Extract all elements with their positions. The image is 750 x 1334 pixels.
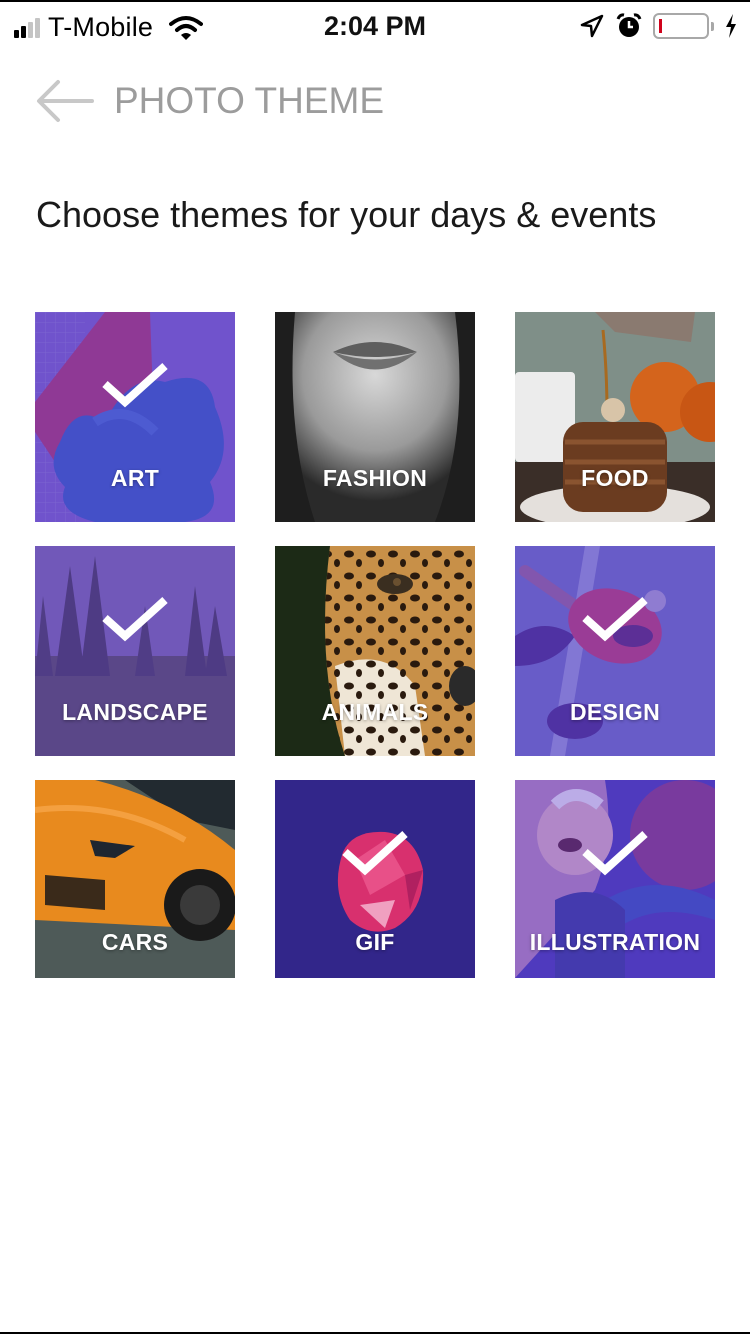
theme-label: CARS: [101, 929, 169, 955]
checkmark-icon: [342, 831, 408, 876]
theme-tile-art[interactable]: ART: [35, 312, 235, 522]
theme-tile-landscape[interactable]: LANDSCAPE: [35, 546, 235, 756]
checkmark-icon: [582, 597, 648, 642]
theme-label: ILLUSTRATION: [529, 929, 701, 955]
theme-tile-cars[interactable]: CARS: [35, 780, 235, 978]
location-arrow-icon: [580, 14, 604, 38]
theme-label: FOOD: [581, 465, 649, 491]
header: PHOTO THEME: [36, 78, 384, 124]
theme-tile-gif[interactable]: GIF: [275, 780, 475, 978]
battery-icon: [653, 13, 709, 39]
theme-tile-fashion[interactable]: FASHION: [275, 312, 475, 522]
checkmark-icon: [582, 831, 648, 876]
battery-nub: [711, 21, 714, 31]
theme-label: ART: [110, 465, 160, 491]
page-subtitle: Choose themes for your days & events: [36, 194, 657, 235]
theme-tile-illustration[interactable]: ILLUSTRATION: [515, 780, 715, 978]
checkmark-icon: [102, 363, 168, 408]
theme-tile-food[interactable]: FOOD: [515, 312, 715, 522]
theme-tile-animals[interactable]: ANIMALS: [275, 546, 475, 756]
status-right: [579, 12, 738, 40]
page-title: PHOTO THEME: [114, 80, 385, 121]
theme-label: GIF: [355, 929, 395, 955]
theme-label: DESIGN: [570, 699, 660, 725]
theme-label: ANIMALS: [321, 699, 429, 725]
theme-grid: ART FASHION FOOD LANDSCAPE ANIMALS DESIG…: [35, 312, 715, 978]
back-arrow-icon[interactable]: [36, 78, 94, 124]
status-bar: T-Mobile 2:04 PM: [0, 0, 750, 50]
theme-tile-design[interactable]: DESIGN: [515, 546, 715, 756]
alarm-clock-icon: [616, 13, 642, 37]
theme-label: FASHION: [322, 465, 428, 491]
charging-bolt-icon: [726, 14, 736, 38]
theme-label: LANDSCAPE: [62, 699, 208, 725]
checkmark-icon: [102, 597, 168, 642]
